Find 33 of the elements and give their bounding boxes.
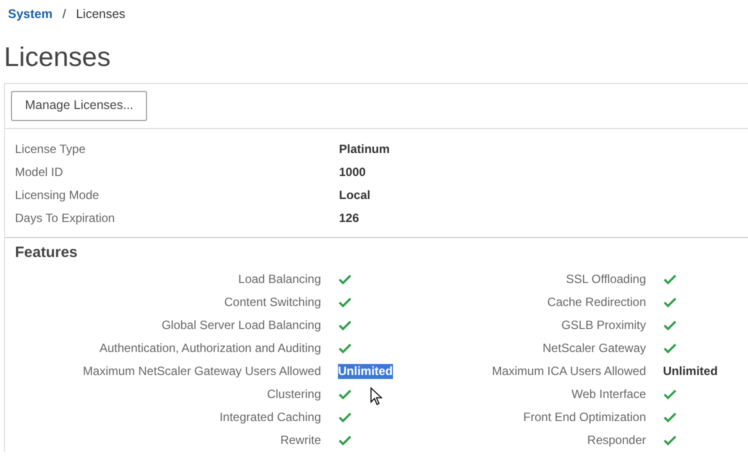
- feature-label: GSLB Proximity: [560, 316, 646, 334]
- feature-label: Maximum ICA Users Allowed: [490, 362, 646, 380]
- feature-label: Front End Optimization: [522, 408, 646, 426]
- detail-value: Local: [339, 186, 372, 204]
- feature-label: Clustering: [266, 386, 321, 403]
- page-title: Licenses: [3, 40, 112, 73]
- feature-value: Unlimited: [338, 364, 393, 379]
- breadcrumb-link[interactable]: System: [8, 5, 52, 24]
- detail-label: Days To Expiration: [15, 210, 116, 227]
- detail-label: License Type: [15, 140, 86, 158]
- feature-label: Load Balancing: [237, 270, 321, 288]
- feature-label: Global Server Load Balancing: [160, 316, 321, 334]
- feature-label: Maximum NetScaler Gateway Users Allowed: [82, 362, 321, 380]
- feature-label: Cache Redirection: [546, 294, 646, 311]
- feature-label: Integrated Caching: [218, 408, 321, 426]
- breadcrumb-current: Licenses: [76, 6, 126, 23]
- breadcrumb-separator: /: [62, 6, 66, 23]
- feature-label: Authentication, Authorization and Auditing: [98, 340, 321, 357]
- feature-label: Responder: [586, 432, 646, 449]
- detail-value: Platinum: [339, 140, 391, 158]
- feature-label: SSL Offloading: [564, 270, 646, 288]
- mouse-pointer-icon: [370, 386, 383, 406]
- feature-label: Rewrite: [279, 432, 321, 449]
- detail-value: 126: [339, 210, 360, 227]
- section-heading: Features: [14, 242, 79, 263]
- feature-value: Unlimited: [663, 364, 718, 379]
- feature-label: Content Switching: [223, 294, 321, 311]
- feature-label: NetScaler Gateway: [542, 340, 646, 357]
- feature-label: Web Interface: [570, 386, 646, 403]
- detail-label: Licensing Mode: [15, 186, 100, 204]
- manage-licenses-button[interactable]: Manage Licenses...: [11, 90, 148, 121]
- detail-value: 1000: [339, 164, 367, 181]
- detail-label: Model ID: [15, 164, 64, 181]
